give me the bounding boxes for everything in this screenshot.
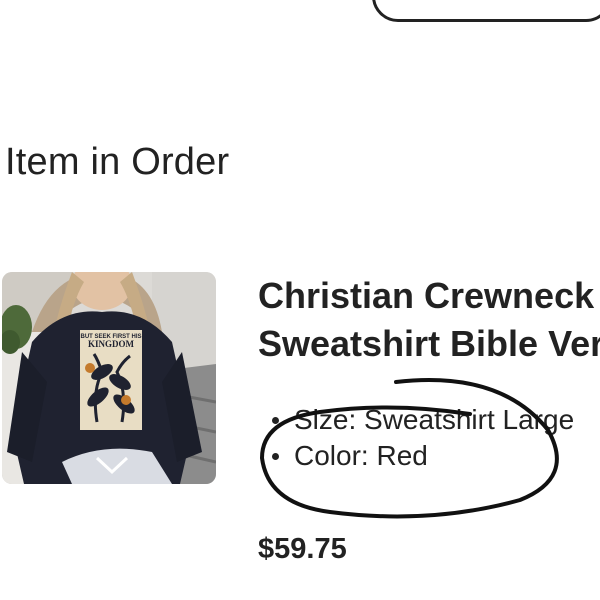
item-title-link[interactable]: Christian Crewneck Sweatshirt Bible Vers… <box>258 272 600 368</box>
sweatshirt-photo-icon: BUT SEEK FIRST HIS KINGDOM <box>2 272 216 484</box>
item-title-line-1: Christian Crewneck <box>258 275 595 316</box>
section-title: Item in Order <box>5 141 230 183</box>
item-title-line-2: Sweatshirt Bible Verse <box>258 323 600 364</box>
print-line-2: KINGDOM <box>88 339 135 349</box>
order-item: BUT SEEK FIRST HIS KINGDOM Christian Cre… <box>0 270 600 570</box>
item-variations: Size: Sweatshirt Large Color: Red <box>272 402 600 474</box>
variation-size: Size: Sweatshirt Large <box>272 402 600 438</box>
product-thumbnail[interactable]: BUT SEEK FIRST HIS KINGDOM <box>2 272 216 484</box>
top-action-button[interactable] <box>372 0 600 22</box>
variation-color: Color: Red <box>272 438 600 474</box>
item-price: $59.75 <box>258 533 347 565</box>
